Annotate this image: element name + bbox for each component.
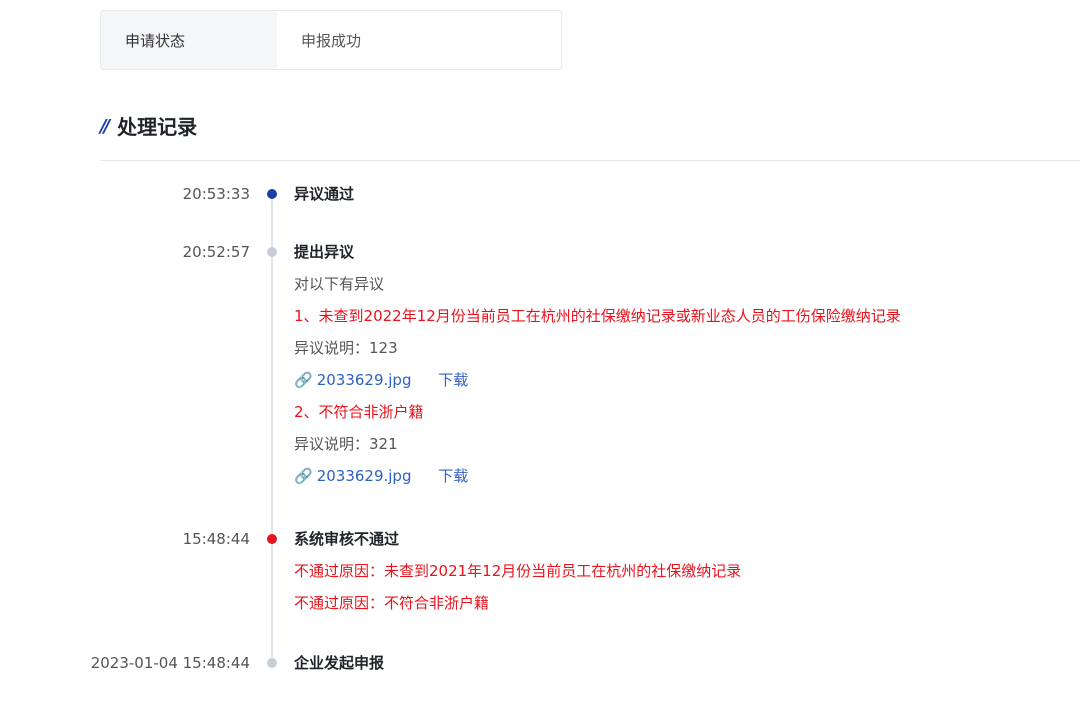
link-icon: 🔗 xyxy=(294,371,313,389)
status-label: 申请状态 xyxy=(101,11,277,69)
attachment-filename: 2033629.jpg xyxy=(316,467,412,485)
record-time: 2023-01-04 15:48:44 xyxy=(90,654,250,672)
section-title: 处理记录 xyxy=(117,115,198,139)
status-table: 申请状态 申报成功 xyxy=(100,10,562,70)
section-header: // 处理记录 xyxy=(100,112,1080,161)
attachment-filename: 2033629.jpg xyxy=(316,371,412,389)
objection-note: 异议说明：123 xyxy=(294,339,398,357)
objection-reason: 2、不符合非浙户籍 xyxy=(294,403,424,421)
record-title: 提出异议 xyxy=(294,243,355,261)
attachment-link[interactable]: 🔗 2033629.jpg xyxy=(294,371,411,389)
timeline-dot-gray xyxy=(267,658,277,668)
download-link[interactable]: 下载 xyxy=(438,371,468,389)
objection-reason: 1、未查到2022年12月份当前员工在杭州的社保缴纳记录或新业态人员的工伤保险缴… xyxy=(294,307,901,325)
objection-note: 异议说明：321 xyxy=(294,435,398,453)
record-title: 异议通过 xyxy=(294,185,355,203)
record-time: 15:48:44 xyxy=(182,530,250,548)
objection-intro: 对以下有异议 xyxy=(294,275,385,293)
record-title: 系统审核不通过 xyxy=(294,530,400,548)
attachment-link[interactable]: 🔗 2033629.jpg xyxy=(294,467,411,485)
timeline-dot-blue xyxy=(267,189,277,199)
double-slash-icon: // xyxy=(100,116,110,137)
record-time: 20:53:33 xyxy=(182,185,250,203)
timeline-line xyxy=(271,194,273,664)
status-value: 申报成功 xyxy=(301,31,362,50)
record-title: 企业发起申报 xyxy=(294,654,385,672)
link-icon: 🔗 xyxy=(294,467,313,485)
rejection-reason: 不通过原因：未查到2021年12月份当前员工在杭州的社保缴纳记录 xyxy=(294,562,742,580)
download-link[interactable]: 下载 xyxy=(438,467,468,485)
rejection-reason: 不通过原因：不符合非浙户籍 xyxy=(294,594,490,612)
record-time: 20:52:57 xyxy=(182,243,250,261)
timeline-dot-gray xyxy=(267,247,277,257)
timeline-dot-red xyxy=(267,534,277,544)
